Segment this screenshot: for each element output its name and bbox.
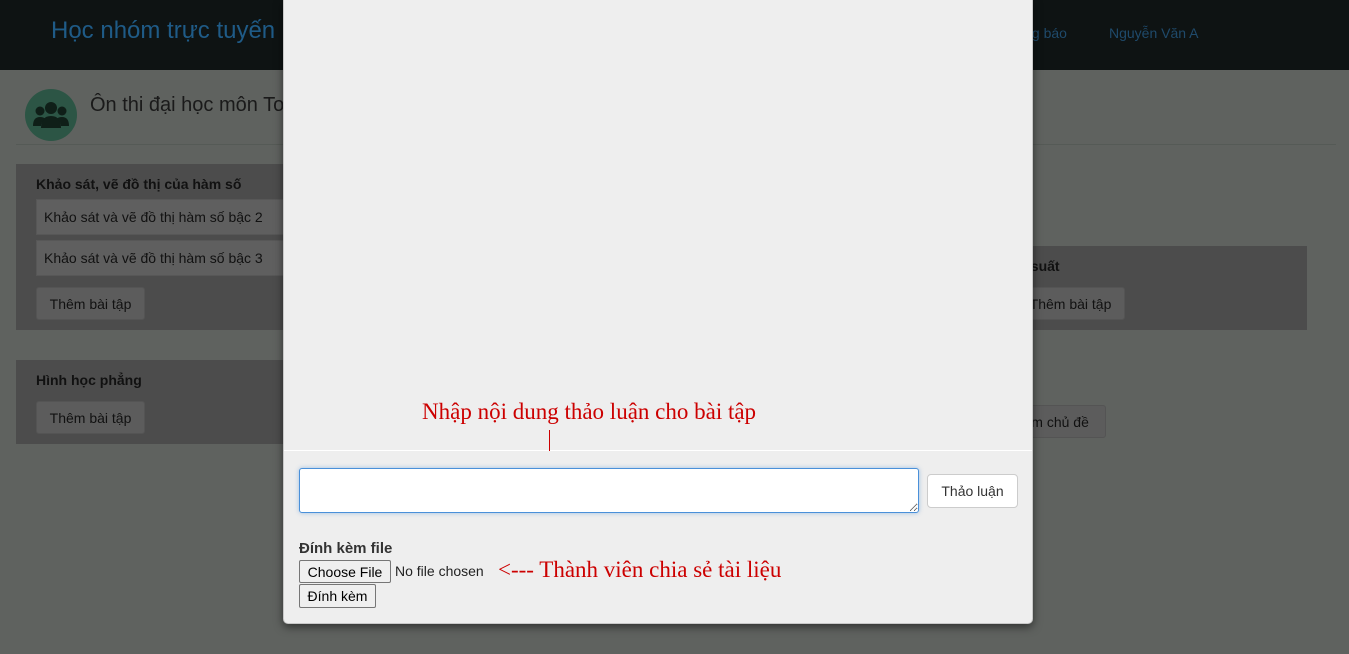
discussion-input[interactable] xyxy=(299,468,919,513)
discuss-button[interactable]: Thảo luận xyxy=(927,474,1018,508)
attach-file-label: Đính kèm file xyxy=(299,540,393,557)
file-status: No file chosen xyxy=(395,563,484,579)
choose-file-button[interactable]: Choose File xyxy=(299,560,391,583)
annotation-pointer xyxy=(549,430,550,451)
attach-button[interactable]: Đính kèm xyxy=(299,584,376,608)
modal-divider xyxy=(284,450,1032,451)
share-annotation: <--- Thành viên chia sẻ tài liệu xyxy=(498,557,782,582)
discussion-annotation: Nhập nội dung thảo luận cho bài tập xyxy=(422,399,757,424)
exercise-modal: Nhập nội dung thảo luận cho bài tập Thảo… xyxy=(283,0,1033,624)
